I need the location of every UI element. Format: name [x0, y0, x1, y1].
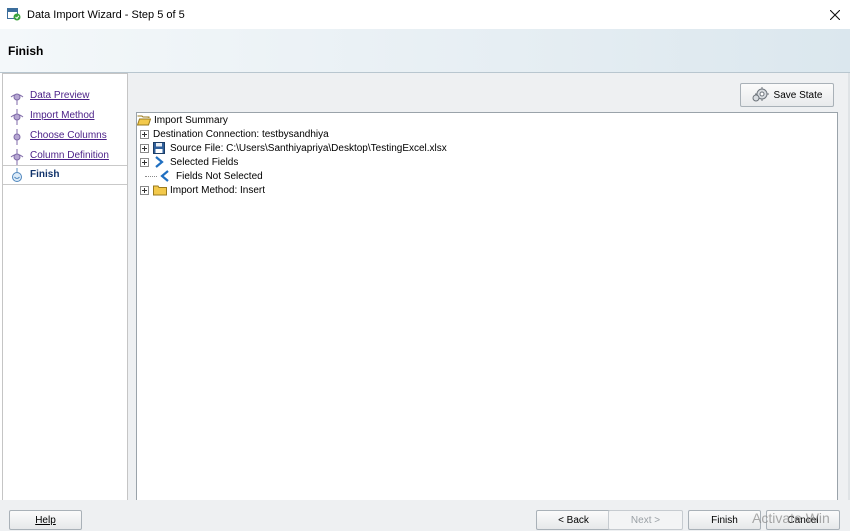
step-label: Import Method [30, 110, 95, 121]
close-button[interactable] [820, 0, 850, 29]
tree-label: Import Method: Insert [170, 184, 266, 196]
tree-item-source-file[interactable]: Source File: C:\Users\Santhiyapriya\Desk… [140, 141, 447, 155]
step-label: Choose Columns [30, 130, 107, 141]
expand-icon[interactable] [140, 129, 149, 139]
back-button[interactable]: < Back [536, 510, 611, 530]
tree-label: Destination Connection: testbysandhiya [153, 128, 329, 140]
expand-icon[interactable] [140, 143, 149, 153]
tree-item-destination-connection[interactable]: Destination Connection: testbysandhiya [140, 127, 329, 141]
window-title: Data Import Wizard - Step 5 of 5 [27, 9, 185, 21]
app-icon [7, 8, 21, 21]
tree-item-import-method[interactable]: Import Method: Insert [140, 183, 265, 197]
expand-icon[interactable] [140, 185, 149, 195]
tree-item-fields-not-selected[interactable]: Fields Not Selected [145, 169, 263, 183]
step-label: Data Preview [30, 90, 90, 101]
tree-label: Selected Fields [170, 156, 239, 168]
gear-icon [752, 86, 770, 105]
step-node-icon [9, 109, 25, 125]
title-bar: Data Import Wizard - Step 5 of 5 [0, 0, 850, 29]
folder-icon [153, 184, 167, 196]
wizard-steps-sidebar: Data Preview Import Method Choose Column… [2, 73, 128, 502]
chevron-right-icon [153, 156, 167, 168]
step-finish[interactable]: Finish [3, 165, 127, 185]
main-panel: Save State Import Summary Destination Co… [128, 73, 848, 502]
step-data-preview[interactable]: Data Preview [3, 87, 127, 105]
help-button[interactable]: Help [9, 510, 82, 530]
open-folder-icon [136, 114, 152, 126]
close-icon [830, 9, 840, 20]
wizard-header: Finish [0, 29, 850, 73]
save-state-button[interactable]: Save State [740, 83, 834, 107]
page-title: Finish [8, 44, 44, 58]
tree-item-selected-fields[interactable]: Selected Fields [140, 155, 238, 169]
step-choose-columns[interactable]: Choose Columns [3, 127, 127, 145]
step-node-icon [9, 129, 25, 145]
step-node-icon [9, 89, 25, 105]
step-label: Finish [30, 169, 60, 180]
step-import-method[interactable]: Import Method [3, 107, 127, 125]
tree-label: Import Summary [154, 114, 228, 126]
import-summary-tree[interactable]: Import Summary Destination Connection: t… [136, 112, 838, 502]
next-label: Next > [630, 514, 661, 526]
step-current-icon [9, 168, 25, 184]
step-label: Column Definition [30, 150, 109, 161]
chevron-left-icon [159, 170, 173, 182]
wizard-footer: Help < Back Next > Finish Cancel [0, 500, 850, 531]
expand-icon[interactable] [140, 157, 149, 167]
tree-root-import-summary[interactable]: Import Summary [136, 113, 228, 127]
step-node-icon [9, 149, 25, 165]
tree-label: Source File: C:\Users\Santhiyapriya\Desk… [170, 142, 447, 154]
step-column-definition[interactable]: Column Definition [3, 147, 127, 165]
finish-label: Finish [711, 514, 738, 526]
finish-button[interactable]: Finish [688, 510, 761, 530]
help-label: Help [35, 514, 56, 526]
activation-watermark: Activate Win [752, 510, 830, 526]
tree-label: Fields Not Selected [176, 170, 263, 182]
save-state-label: Save State [773, 89, 823, 101]
back-label: < Back [558, 514, 589, 526]
floppy-disk-icon [153, 142, 167, 154]
next-button[interactable]: Next > [608, 510, 683, 530]
